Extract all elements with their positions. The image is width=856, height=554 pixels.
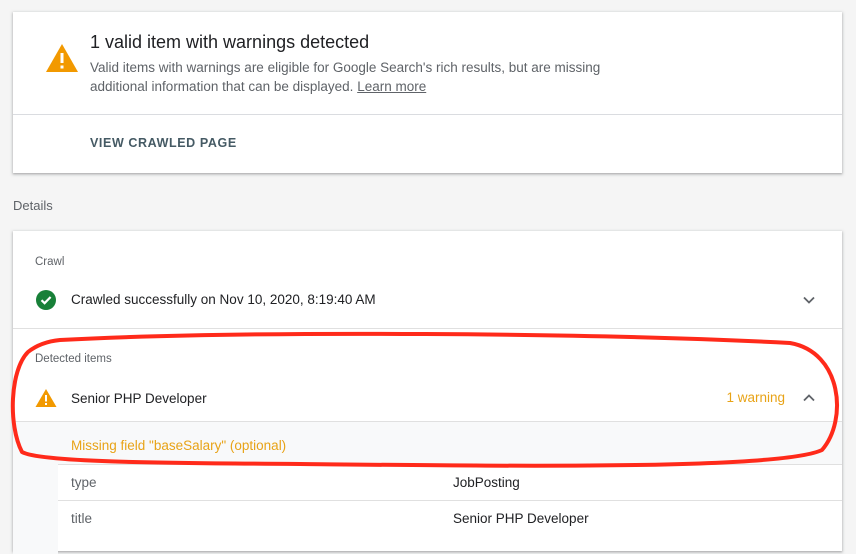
chevron-up-icon[interactable] bbox=[802, 391, 816, 405]
learn-more-link[interactable]: Learn more bbox=[357, 79, 426, 94]
property-row: title Senior PHP Developer bbox=[58, 500, 842, 537]
section-divider bbox=[13, 328, 842, 329]
detected-items-label: Detected items bbox=[35, 353, 112, 365]
property-row: type JobPosting bbox=[58, 464, 842, 501]
detected-item-name: Senior PHP Developer bbox=[71, 391, 207, 406]
summary-description: Valid items with warnings are eligible f… bbox=[90, 58, 630, 96]
property-value: Senior PHP Developer bbox=[453, 511, 589, 526]
view-crawled-page-button[interactable]: VIEW CRAWLED PAGE bbox=[90, 136, 237, 150]
details-heading: Details bbox=[13, 198, 53, 213]
crawl-section-label: Crawl bbox=[35, 256, 65, 268]
summary-divider bbox=[13, 114, 842, 115]
missing-field-text: Missing field "baseSalary" (optional) bbox=[71, 438, 287, 453]
property-gutter bbox=[13, 464, 58, 554]
chevron-down-icon[interactable] bbox=[802, 293, 816, 307]
crawl-status: Crawled successfully on Nov 10, 2020, 8:… bbox=[71, 292, 376, 307]
property-key: title bbox=[71, 511, 93, 526]
summary-description-text: Valid items with warnings are eligible f… bbox=[90, 60, 601, 94]
property-value: JobPosting bbox=[453, 475, 520, 490]
warning-icon bbox=[35, 389, 57, 407]
check-circle-icon bbox=[36, 290, 56, 310]
warning-icon bbox=[46, 44, 78, 72]
summary-title: 1 valid item with warnings detected bbox=[90, 32, 370, 52]
details-card: Crawl Crawled successfully on Nov 10, 20… bbox=[13, 231, 842, 554]
property-key: type bbox=[71, 475, 97, 490]
summary-card: 1 valid item with warnings detected Vali… bbox=[13, 12, 842, 173]
warning-count: 1 warning bbox=[726, 390, 785, 405]
